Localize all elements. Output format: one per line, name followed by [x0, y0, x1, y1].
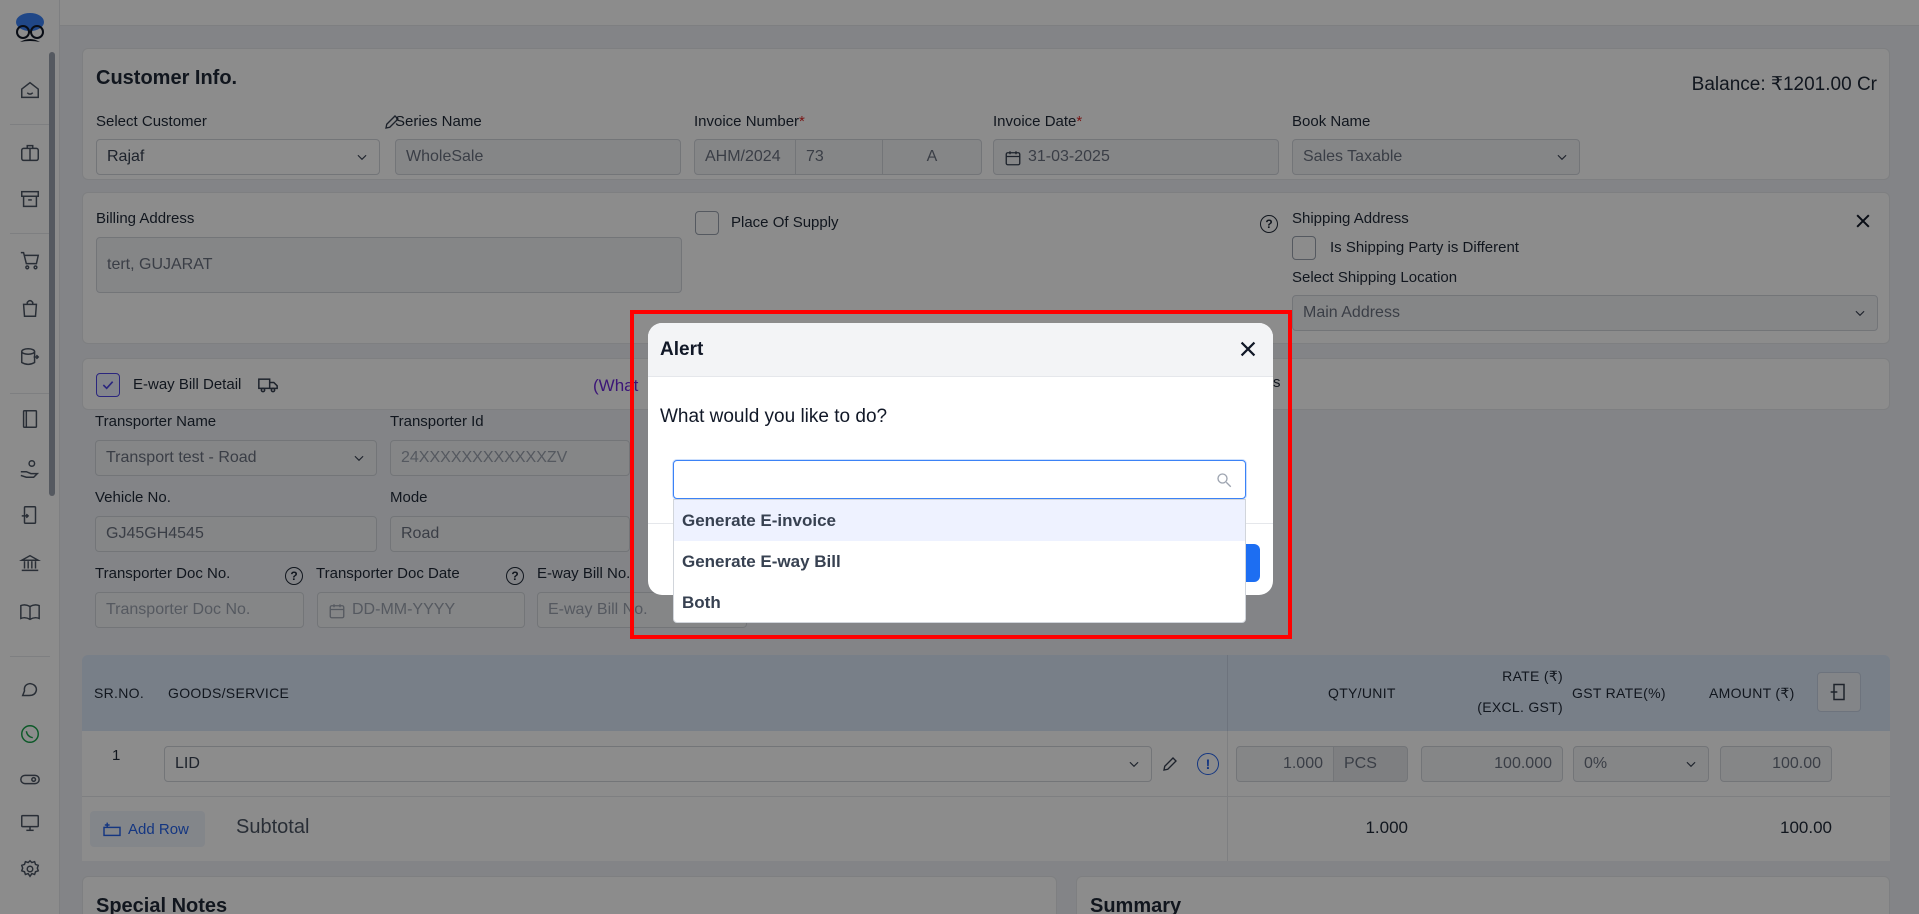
highlight-box	[630, 310, 1292, 639]
